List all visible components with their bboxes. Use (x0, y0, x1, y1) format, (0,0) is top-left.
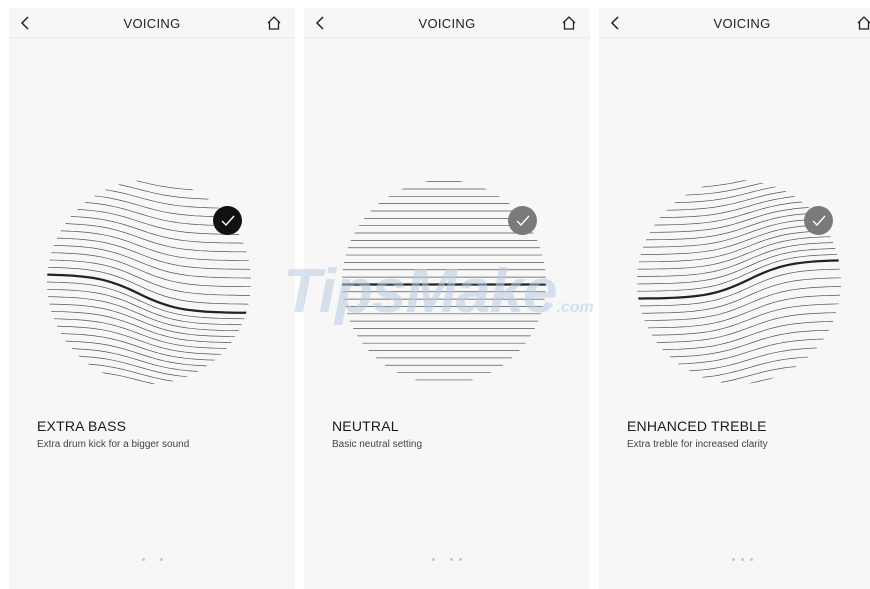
wave-line (637, 347, 841, 373)
page-indicator (9, 558, 295, 561)
preset-name: NEUTRAL (332, 418, 399, 434)
page-dot (731, 558, 735, 561)
preset-description: Extra treble for increased clarity (627, 439, 768, 450)
unselected-check-badge[interactable] (508, 206, 537, 235)
page-title: VOICING (123, 16, 181, 31)
page-dot (432, 558, 435, 561)
wave-line (637, 329, 841, 358)
home-icon (267, 16, 281, 30)
wave-line (47, 273, 251, 314)
home-icon (857, 16, 870, 30)
wave-line (637, 180, 841, 197)
selected-check-badge[interactable] (213, 206, 242, 235)
home-icon (562, 16, 576, 30)
wave-line (47, 185, 251, 209)
wave-line (637, 182, 841, 204)
page-dot (749, 558, 753, 561)
page-dot-current (151, 558, 154, 561)
preset-description: Basic neutral setting (332, 439, 423, 450)
checkmark-icon (812, 215, 826, 226)
wave-line (637, 242, 841, 277)
voicing-screen-enhanced-treble: VOICING ENHANCED TREBLE Extra treble for… (599, 8, 870, 589)
top-bar: VOICING (599, 8, 870, 38)
page-title: VOICING (418, 16, 476, 31)
preset-name: ENHANCED TREBLE (627, 418, 767, 434)
top-bar: VOICING (9, 8, 295, 38)
checkmark-icon (516, 215, 530, 226)
top-bar: VOICING (304, 8, 590, 38)
page-dot-current (441, 558, 444, 561)
wave-line (637, 254, 841, 292)
voicing-screen-extra-bass: VOICING EXTRA BASS Extra drum kick for a… (9, 8, 295, 589)
wave-line (637, 180, 841, 182)
wave-line (47, 362, 251, 384)
checkmark-icon (221, 215, 235, 226)
preset-description: Extra drum kick for a bigger sound (37, 439, 190, 450)
wave-line (637, 364, 841, 384)
wave-line (637, 381, 841, 384)
wave-line (47, 303, 251, 338)
page-dot (740, 558, 744, 561)
wave-line (47, 180, 251, 201)
wave-line (47, 296, 251, 332)
home-button[interactable] (558, 12, 580, 34)
wave-line (47, 180, 251, 192)
page-dot (450, 558, 453, 561)
page-indicator (304, 558, 590, 561)
wave-line (47, 318, 251, 350)
wave-line (637, 355, 841, 380)
page-title: VOICING (713, 16, 771, 31)
wave-line (637, 248, 841, 285)
wave-line (47, 354, 251, 380)
page-dot (459, 558, 462, 561)
wave-line (47, 230, 251, 261)
preset-name: EXTRA BASS (37, 418, 127, 434)
voicing-screen-neutral: VOICING NEUTRAL Basic neutral setting (304, 8, 590, 589)
unselected-check-badge[interactable] (804, 206, 833, 235)
wave-line (637, 320, 841, 351)
page-indicator (599, 558, 870, 561)
wave-line (47, 347, 251, 374)
home-button[interactable] (853, 12, 870, 34)
wave-line (47, 340, 251, 368)
wave-line (47, 180, 251, 183)
wave-line (637, 180, 841, 189)
wave-line (47, 369, 251, 384)
home-button[interactable] (263, 12, 285, 34)
page-dot (141, 558, 145, 561)
wave-line (637, 236, 841, 270)
page-dot (159, 558, 163, 561)
